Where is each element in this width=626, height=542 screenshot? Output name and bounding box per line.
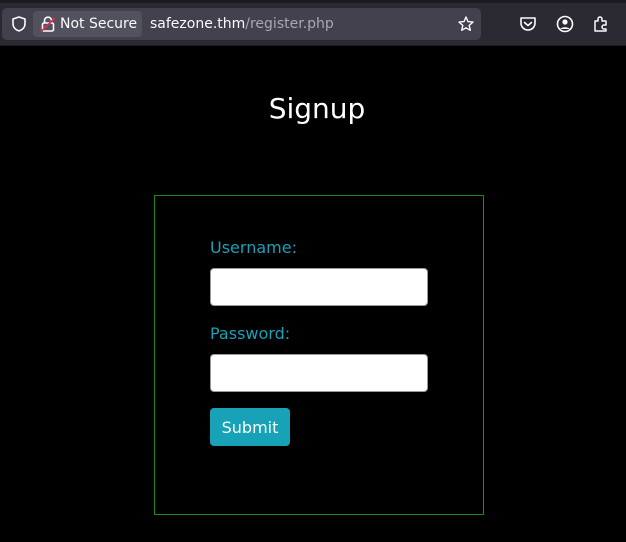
security-status-label: Not Secure [60, 16, 138, 32]
pocket-icon[interactable] [518, 14, 538, 34]
insecure-lock-icon [39, 15, 57, 33]
page-title: Signup [268, 92, 366, 125]
account-icon[interactable] [555, 14, 575, 34]
page-content: Signup Username: Password: Submit [0, 46, 626, 542]
window-top-strip [0, 0, 626, 3]
password-input[interactable] [210, 354, 428, 392]
password-label: Password: [210, 324, 291, 343]
bookmark-star-icon[interactable] [457, 15, 475, 33]
url-path: /register.php [245, 16, 334, 32]
username-input[interactable] [210, 268, 428, 306]
browser-toolbar: Not Secure safezone.thm/register.php [0, 0, 626, 46]
submit-button[interactable]: Submit [210, 408, 290, 446]
tracking-protection-shield-icon[interactable] [10, 15, 28, 33]
extensions-icon[interactable] [591, 14, 611, 34]
address-bar[interactable]: Not Secure safezone.thm/register.php [2, 8, 481, 40]
username-label: Username: [210, 238, 297, 257]
site-security-button[interactable]: Not Secure [33, 11, 142, 37]
url-host: safezone.thm [150, 16, 246, 32]
signup-form: Username: Password: Submit [154, 195, 484, 515]
url-text[interactable]: safezone.thm/register.php [150, 8, 334, 40]
